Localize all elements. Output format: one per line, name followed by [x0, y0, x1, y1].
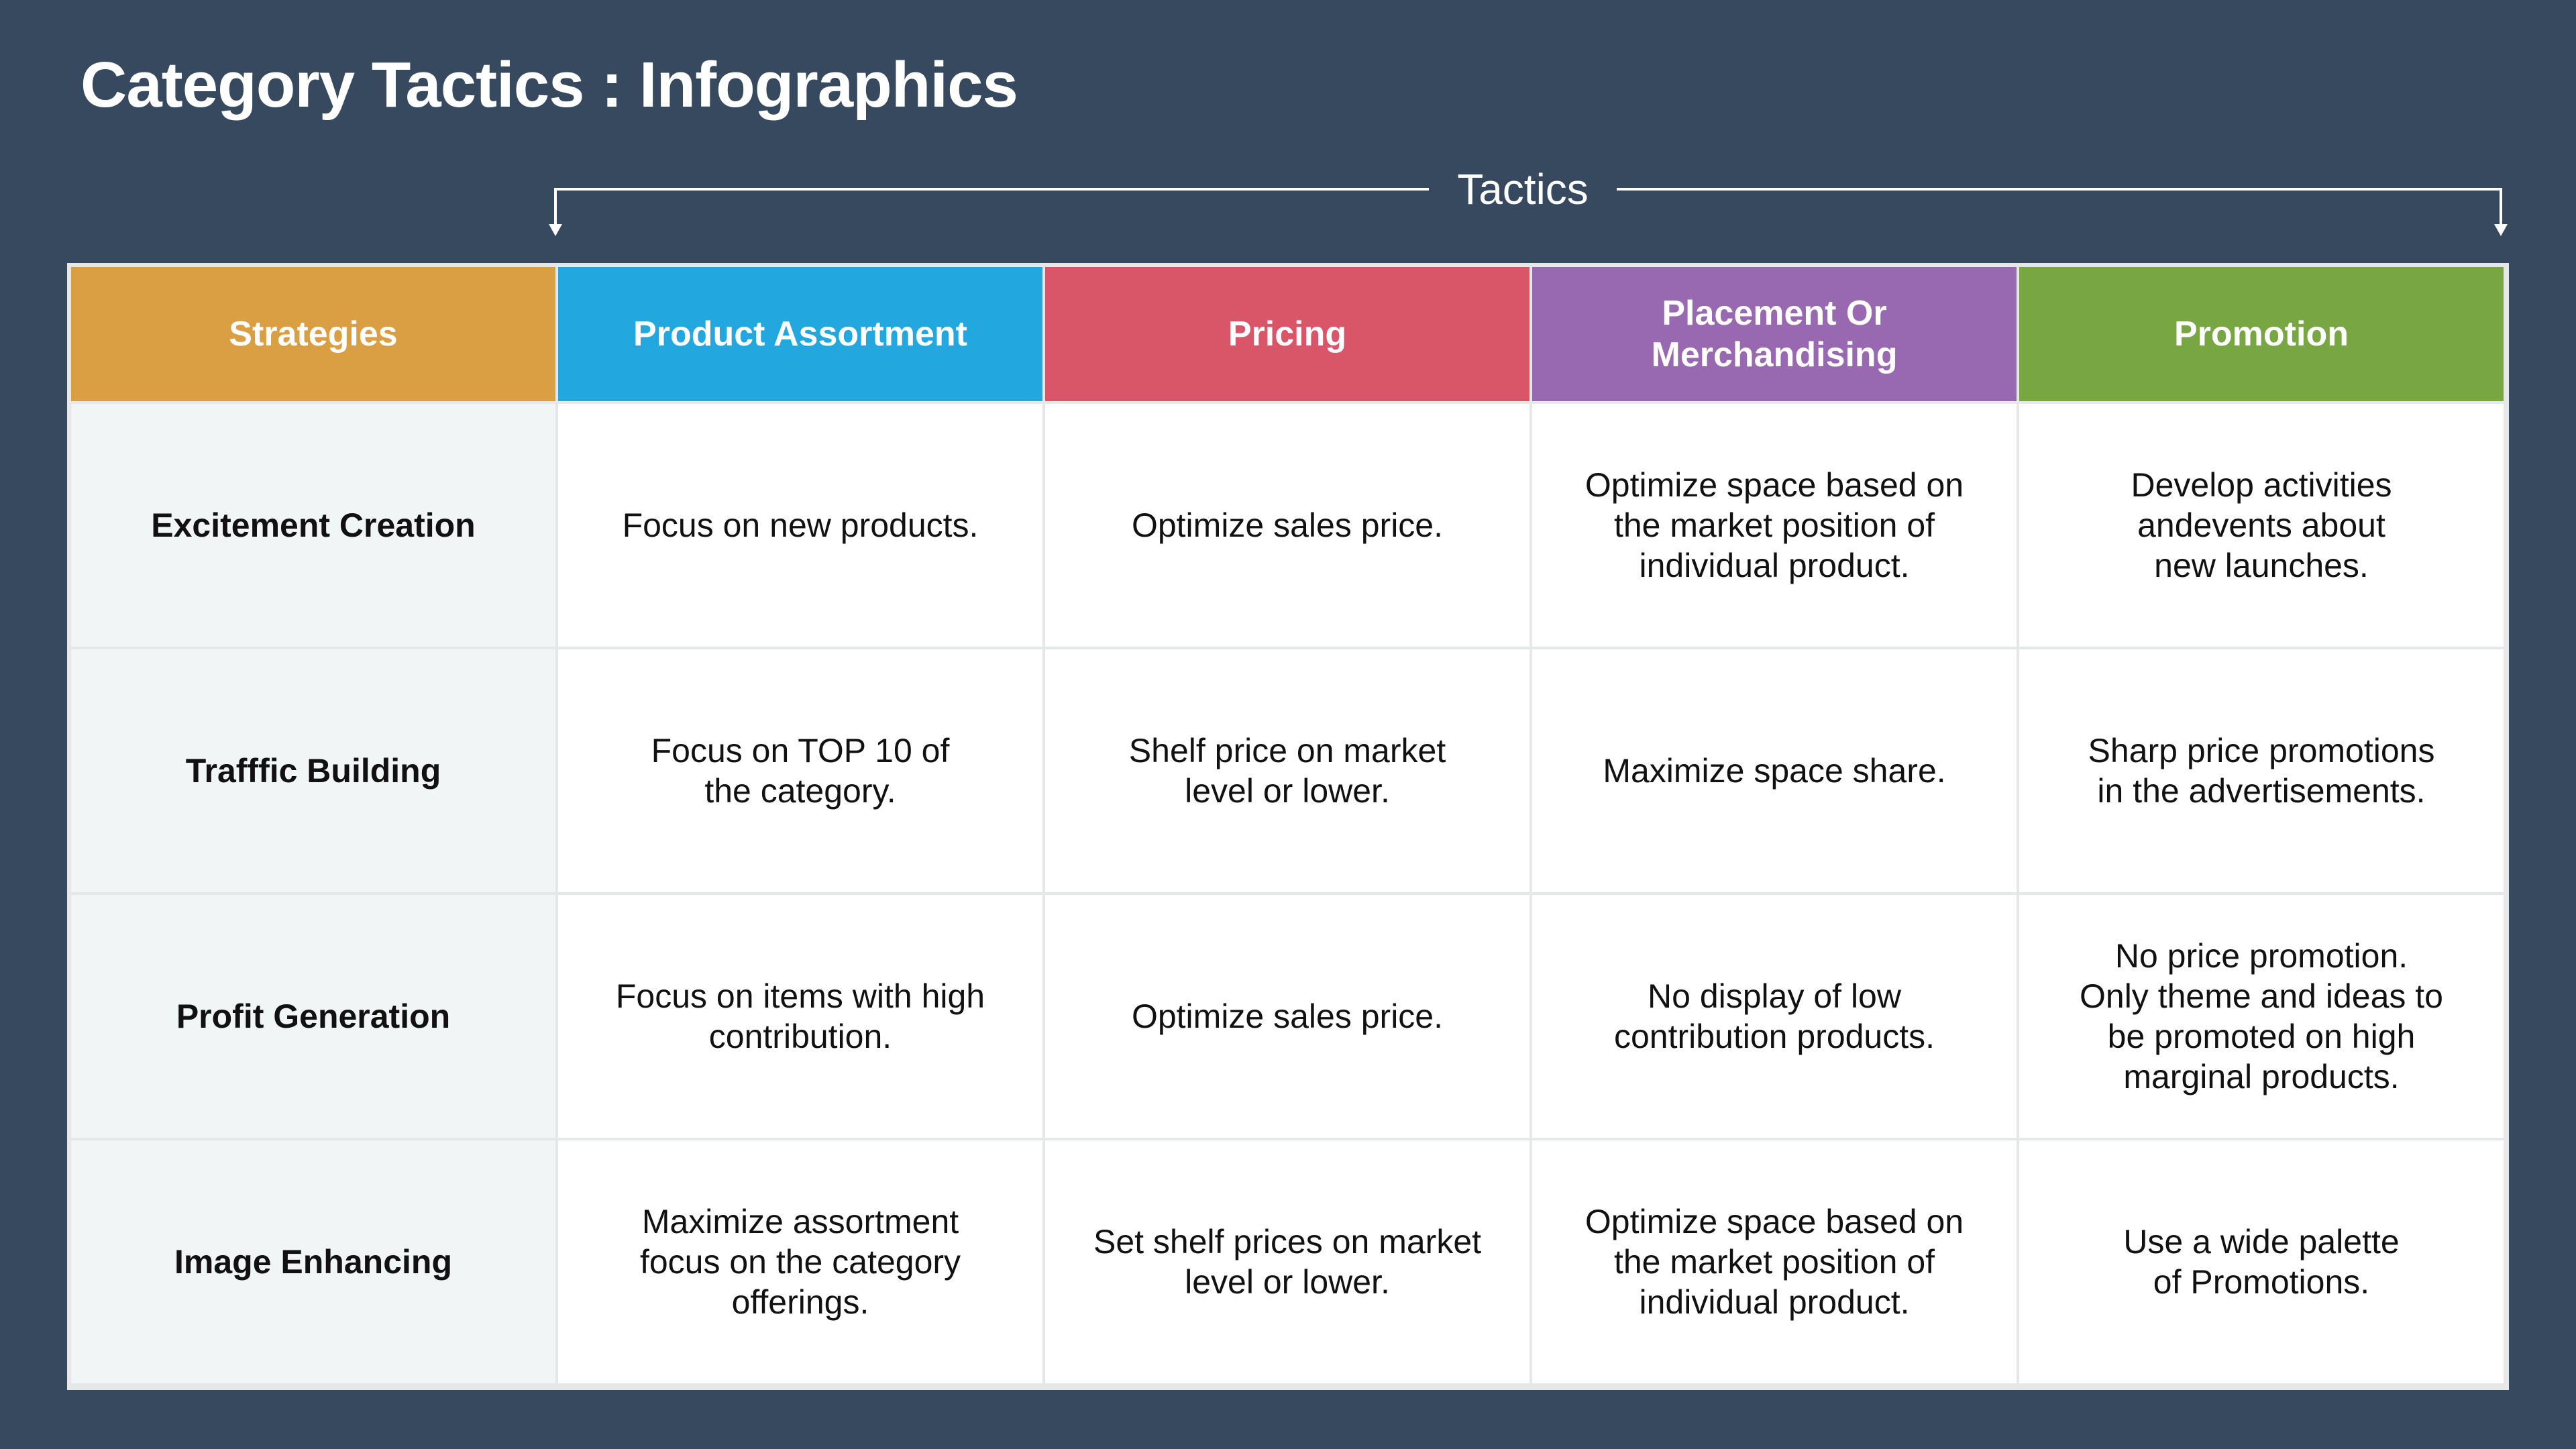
table-cell: No price promotion. Only theme and ideas…	[2019, 895, 2504, 1138]
arrow-down-icon	[549, 224, 562, 236]
table-cell: Focus on items with high contribution.	[558, 895, 1042, 1138]
header-placement: Placement Or Merchandising	[1532, 267, 2017, 401]
table-cell: Optimize space based on the market posit…	[1532, 1140, 2017, 1383]
table-cell: Maximize assortment focus on the categor…	[558, 1140, 1042, 1383]
header-label: Pricing	[1228, 315, 1347, 354]
table-cell: Set shelf prices on market level or lowe…	[1045, 1140, 1529, 1383]
arrow-down-icon	[2494, 224, 2508, 236]
header-promotion: Promotion	[2019, 267, 2504, 401]
header-strategies: Strategies	[71, 267, 555, 401]
row-header: Excitement Creation	[71, 404, 555, 647]
page-title: Category Tactics : Infographics	[80, 49, 1018, 121]
table-cell: Focus on TOP 10 of the category.	[558, 649, 1042, 892]
table-cell: Sharp price promotions in the advertisem…	[2019, 649, 2504, 892]
table-cell: Maximize space share.	[1532, 649, 2017, 892]
header-label: Product Assortment	[633, 315, 967, 354]
row-header: Trafffic Building	[71, 649, 555, 892]
header-pricing: Pricing	[1045, 267, 1529, 401]
header-label: Promotion	[2174, 315, 2349, 354]
slide: Category Tactics : Infographics Tactics …	[0, 0, 2576, 1449]
row-header: Profit Generation	[71, 895, 555, 1138]
header-label: Strategies	[229, 315, 398, 354]
table-cell: No display of low contribution products.	[1532, 895, 2017, 1138]
table-cell: Shelf price on market level or lower.	[1045, 649, 1529, 892]
tactics-label: Tactics	[1429, 160, 1617, 219]
row-header: Image Enhancing	[71, 1140, 555, 1383]
table-cell: Optimize sales price.	[1045, 404, 1529, 647]
table-cell: Develop activities andevents about new l…	[2019, 404, 2504, 647]
table-cell: Focus on new products.	[558, 404, 1042, 647]
header-label: Placement Or Merchandising	[1651, 294, 1898, 374]
header-product-assortment: Product Assortment	[558, 267, 1042, 401]
tactics-table: Strategies Product Assortment Pricing Pl…	[67, 263, 2509, 1390]
table-cell: Optimize sales price.	[1045, 895, 1529, 1138]
table-cell: Optimize space based on the market posit…	[1532, 404, 2017, 647]
table-cell: Use a wide palette of Promotions.	[2019, 1140, 2504, 1383]
